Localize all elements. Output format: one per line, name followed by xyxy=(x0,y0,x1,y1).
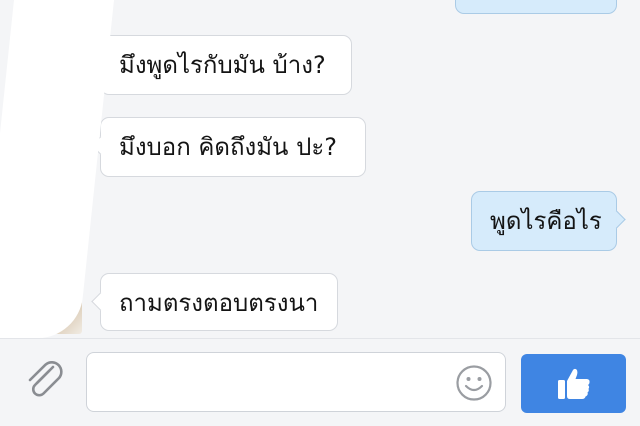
redaction-mark xyxy=(0,0,115,338)
message-text: มึงบอก คิดถึงมัน ปะ? xyxy=(119,133,337,161)
message-bubble-outgoing: พูดไรคือไร xyxy=(471,191,626,251)
thumbs-up-icon xyxy=(557,368,590,399)
smiley-icon xyxy=(456,365,492,401)
message-text: พูดไรคือไร xyxy=(490,207,602,235)
message-input[interactable] xyxy=(86,352,506,412)
message-text: ถามตรงตอบตรงนา xyxy=(119,289,319,317)
message-text: มึงพูดไรกับมัน บ้าง? xyxy=(119,51,326,79)
message-bubble-incoming: ถามตรงตอบตรงนา xyxy=(91,273,338,331)
conversation-thread: มึงพูดไรกับมัน บ้าง? มึงบอก คิดถึงมัน ปะ… xyxy=(0,0,640,338)
paperclip-icon xyxy=(28,360,63,397)
attach-button[interactable] xyxy=(22,356,68,402)
message-bubble-incoming: มึงบอก คิดถึงมัน ปะ? xyxy=(91,117,366,177)
message-bubble-incoming: มึงพูดไรกับมัน บ้าง? xyxy=(91,35,352,95)
emoji-button[interactable] xyxy=(455,364,493,402)
message-bubble-partial xyxy=(455,0,617,14)
like-button[interactable] xyxy=(521,354,626,413)
